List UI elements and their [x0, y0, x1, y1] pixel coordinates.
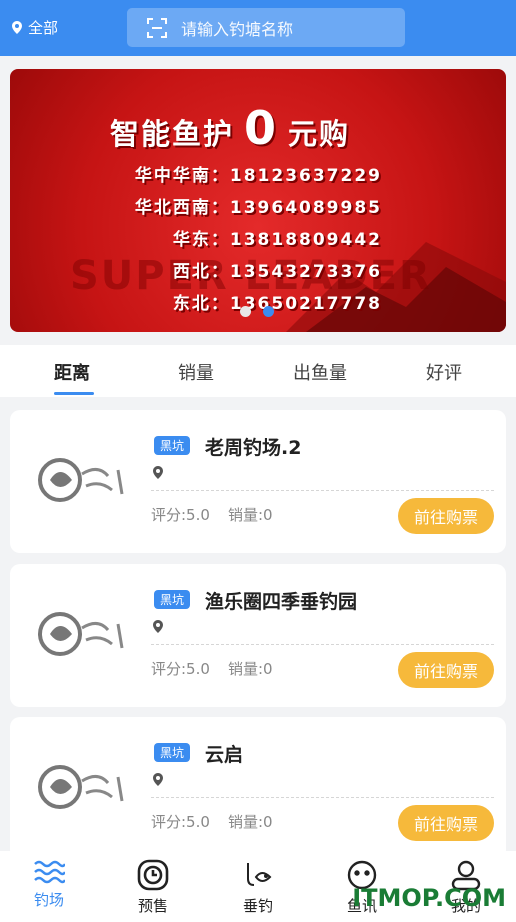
pond-card[interactable]: 黑坑 云启 评分:5.0 销量:0 前往购票	[10, 717, 506, 860]
buy-ticket-button[interactable]: 前往购票	[398, 805, 494, 841]
clock-icon	[137, 859, 169, 891]
divider	[151, 490, 494, 491]
sales-text: 销量:0	[228, 660, 273, 678]
banner-title: 智能鱼护 0 元购	[110, 101, 410, 155]
location-pin-icon	[153, 620, 163, 633]
pond-card[interactable]: 黑坑 老周钓场.2 评分:5.0 销量:0 前往购票	[10, 410, 506, 553]
sort-tabs: 距离 销量 出鱼量 好评	[0, 345, 516, 397]
location-label: 全部	[28, 19, 59, 37]
carousel-dot[interactable]	[240, 306, 251, 317]
location-pin-icon	[153, 466, 163, 479]
location-pin-icon	[153, 773, 163, 786]
carousel-dot-active[interactable]	[263, 306, 274, 317]
contact-line: 华东：13818809442	[172, 230, 382, 250]
sales-text: 销量:0	[228, 813, 273, 831]
tab-distance[interactable]: 距离	[54, 359, 90, 385]
pond-logo	[38, 458, 124, 502]
nav-fishing-spot[interactable]: 钓场	[9, 859, 89, 910]
location-pin-icon	[12, 21, 22, 34]
banner-title-suffix: 元购	[288, 117, 351, 151]
category-badge: 黑坑	[154, 436, 191, 455]
rating-text: 评分:5.0	[151, 660, 210, 678]
pond-card[interactable]: 黑坑 渔乐圈四季垂钓园 评分:5.0 销量:0 前往购票	[10, 564, 506, 707]
buy-ticket-button[interactable]: 前往购票	[398, 498, 494, 534]
pond-logo	[38, 765, 124, 809]
contact-line: 西北：13543273376	[172, 262, 382, 282]
search-placeholder: 请输入钓塘名称	[181, 19, 294, 39]
banner-title-prefix: 智能鱼护	[110, 117, 235, 151]
carousel-indicator	[240, 306, 274, 317]
tab-fish-output[interactable]: 出鱼量	[293, 359, 347, 385]
location-selector[interactable]: 全部	[12, 17, 58, 38]
pond-logo	[38, 612, 124, 656]
banner-title-number: 0	[244, 101, 279, 155]
nav-label: 垂钓	[242, 897, 273, 915]
pond-name: 老周钓场.2	[205, 437, 302, 459]
nav-fishing[interactable]: 垂钓	[218, 859, 298, 916]
promo-banner[interactable]: SUPER LEADER 智能鱼护 0 元购 华中华南：18123637229 华北…	[10, 69, 506, 332]
divider	[151, 644, 494, 645]
top-bar: 全部 请输入钓塘名称	[0, 0, 516, 56]
pond-name: 云启	[205, 744, 244, 766]
tab-sales[interactable]: 销量	[178, 359, 214, 385]
nav-presale[interactable]: 预售	[113, 859, 193, 916]
sales-text: 销量:0	[228, 506, 273, 524]
fish-hook-icon	[247, 863, 272, 886]
nav-label: 钓场	[33, 891, 64, 909]
active-tab-indicator	[54, 392, 94, 395]
buy-ticket-button[interactable]: 前往购票	[398, 652, 494, 688]
contact-line: 东北：13650217778	[172, 294, 382, 314]
contact-line: 华中华南：18123637229	[134, 166, 382, 186]
divider	[151, 797, 494, 798]
contact-line: 华北西南：13964089985	[134, 198, 382, 218]
search-input[interactable]: 请输入钓塘名称	[127, 8, 405, 47]
site-watermark: ITMOP.COM	[352, 884, 506, 912]
tab-rating[interactable]: 好评	[426, 359, 462, 385]
category-badge: 黑坑	[154, 743, 191, 762]
waves-icon	[34, 860, 65, 884]
category-badge: 黑坑	[154, 590, 191, 609]
nav-label: 预售	[137, 897, 168, 915]
scan-icon[interactable]	[147, 17, 167, 38]
pond-name: 渔乐圈四季垂钓园	[205, 591, 358, 613]
rating-text: 评分:5.0	[151, 506, 210, 524]
rating-text: 评分:5.0	[151, 813, 210, 831]
